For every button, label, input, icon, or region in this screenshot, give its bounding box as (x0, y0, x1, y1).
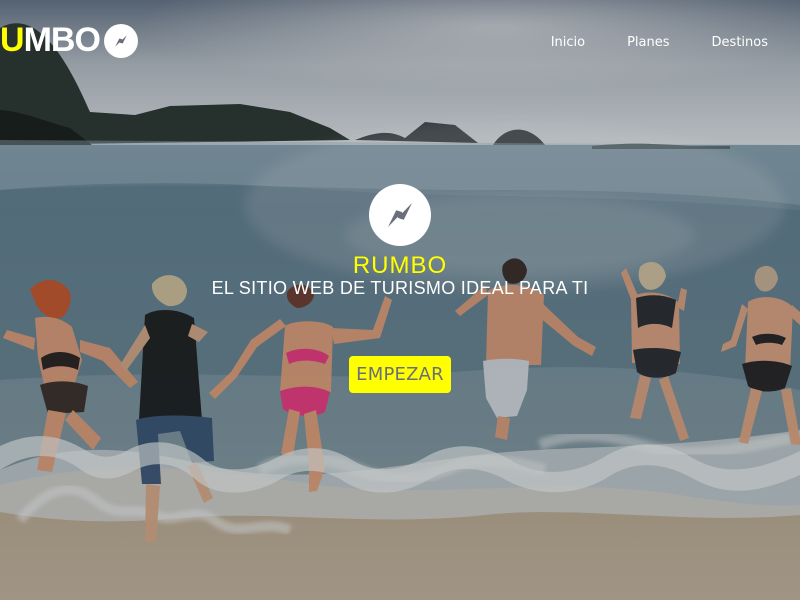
nav-link-planes[interactable]: Planes (627, 35, 669, 51)
start-button[interactable]: EMPEZAR (349, 356, 451, 393)
logo-text: UMBO (0, 21, 101, 59)
nav-link-inicio[interactable]: Inicio (551, 35, 585, 51)
hero-brand-title: RUMBO (352, 252, 448, 279)
nav-link-destinos[interactable]: Destinos (712, 35, 768, 51)
compass-icon (369, 184, 431, 246)
hero-section: UMBO Inicio Planes Destinos RUMBO EL SIT… (0, 0, 800, 600)
compass-icon (103, 23, 138, 58)
logo-accent-letter: U (0, 21, 25, 59)
hero-content: RUMBO EL SITIO WEB DE TURISMO IDEAL PARA… (0, 184, 800, 393)
logo-rest-text: MBO (23, 21, 101, 59)
main-nav: Inicio Planes Destinos (551, 35, 768, 51)
site-logo[interactable]: UMBO (0, 21, 138, 59)
hero-tagline: EL SITIO WEB DE TURISMO IDEAL PARA TI (211, 278, 589, 298)
top-navigation-bar: UMBO Inicio Planes Destinos (0, 0, 800, 82)
